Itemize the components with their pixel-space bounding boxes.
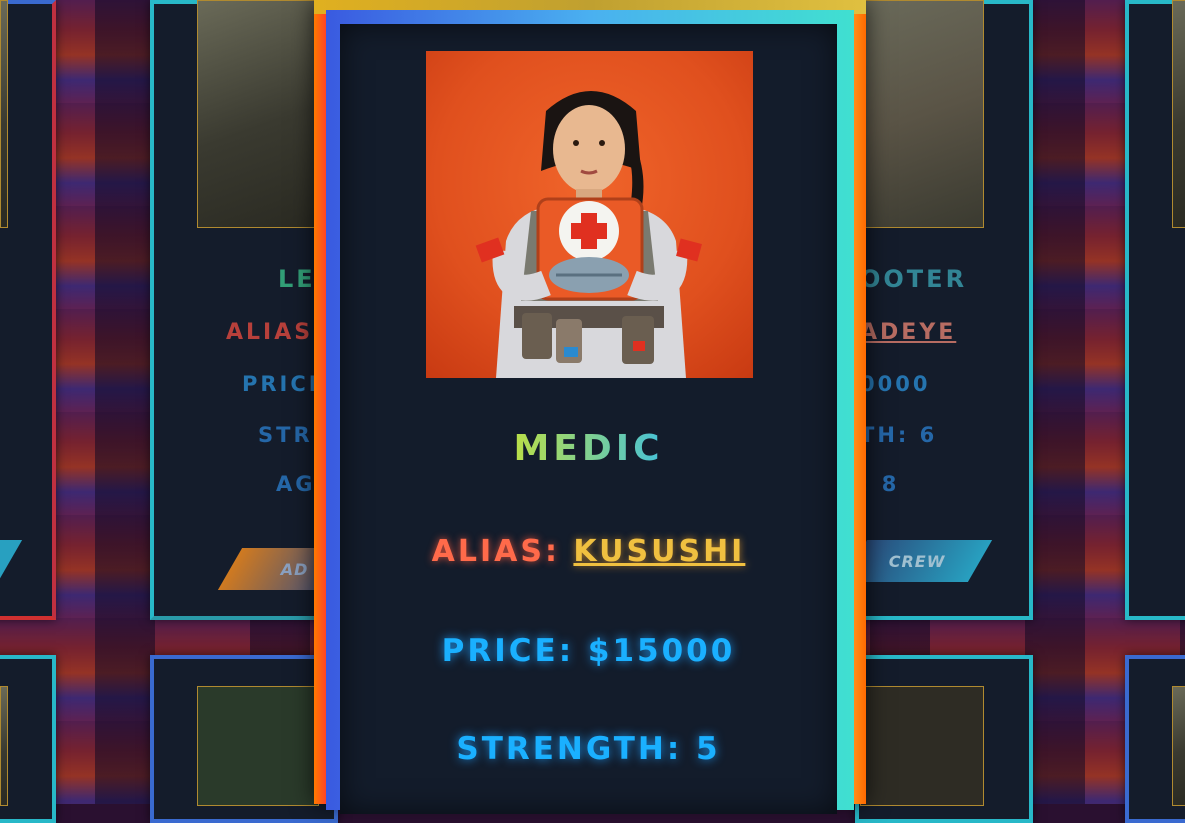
background-card-alias: ADEYE [860,320,957,345]
background-card-strength: STR [258,423,313,447]
character-role: MEDIC [340,428,837,469]
character-portrait [426,51,753,378]
character-strength: STRENGTH: 5 [456,731,721,767]
background-card-far-left [0,0,56,620]
background-card-portrait [197,686,319,806]
background-card-portrait [0,0,8,228]
background-card-role: LE [278,265,316,293]
background-card-role: OOTER [860,265,968,293]
background-card-agility: AG [276,472,316,496]
background-card-price: 0000 [860,372,931,396]
background-card-portrait [1172,686,1185,806]
background-card-bottom-far-left [0,655,56,823]
background-card-portrait [197,0,319,228]
background-card-portrait [1172,0,1185,228]
background-card-alias: ALIAS: [226,320,325,345]
alias-link[interactable]: KUSUSHI [573,534,745,569]
background-card-portrait [860,686,984,806]
background-card-strength: TH: 6 [860,423,938,447]
character-alias: ALIAS: KUSUSHI [340,534,837,569]
character-price: PRICE: $15000 [441,633,736,669]
alias-label: ALIAS: [431,534,560,569]
background-card-portrait [0,686,8,806]
background-card-portrait [860,0,984,228]
